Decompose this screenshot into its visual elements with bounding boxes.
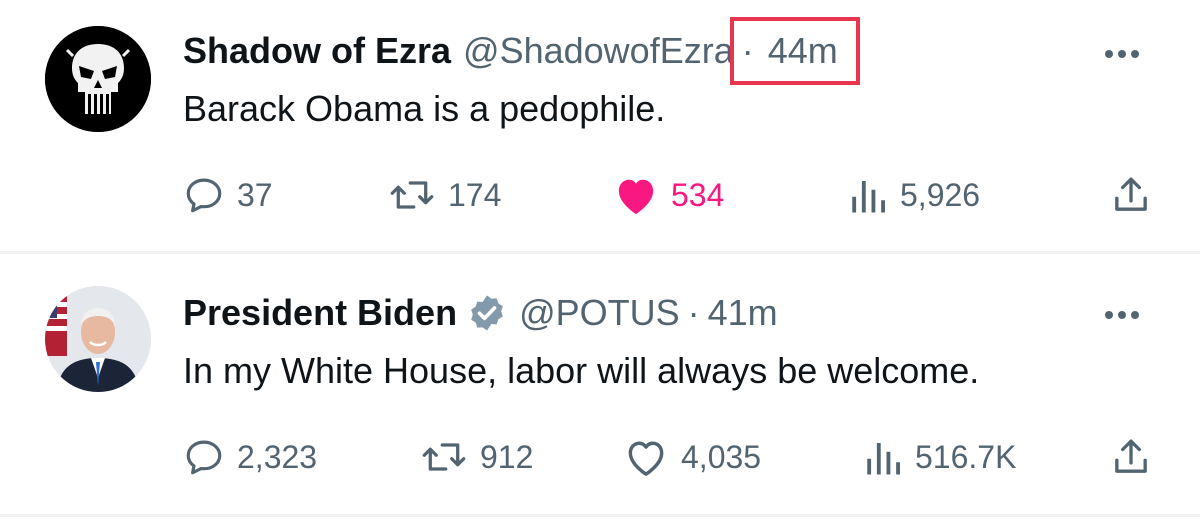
views-button[interactable]: 516.7K [863,432,1016,482]
views-button[interactable]: 5,926 [848,170,980,220]
retweet-icon [390,181,434,209]
more-options-icon[interactable] [1104,309,1140,321]
retweet-count: 912 [480,438,534,475]
share-icon [1115,177,1147,211]
retweet-icon [422,443,466,471]
portrait-photo [45,286,151,392]
skull-icon [45,26,151,132]
action-bar: 37 174 534 5,926 [183,170,1155,220]
more-options-icon[interactable] [1104,48,1140,60]
share-button[interactable] [1111,170,1151,220]
highlight-box: · 44m [729,17,860,85]
avatar[interactable] [45,26,151,132]
handle[interactable]: @POTUS [519,292,680,334]
timestamp[interactable]: 44m [768,30,838,72]
share-icon [1115,439,1147,473]
reply-icon [186,440,222,475]
reply-count: 37 [237,176,273,213]
heart-filled-icon [618,179,654,215]
reply-button[interactable]: 37 [183,170,273,220]
action-bar: 2,323 912 4,035 516.7K [183,432,1155,482]
tweet-shadow-of-ezra[interactable]: Shadow of Ezra @ShadowofEzra · 44m Barac… [0,0,1200,252]
tweet-divider [0,251,1200,254]
view-count: 5,926 [900,176,981,213]
reply-count: 2,323 [237,438,318,475]
retweet-button[interactable]: 174 [388,170,501,220]
like-button[interactable]: 534 [613,170,724,220]
tweet-divider [0,514,1200,517]
display-name[interactable]: President Biden [183,292,457,334]
heart-outline-icon [628,441,664,476]
tweet-header: President Biden @POTUS · 41m [183,288,778,338]
tweet-president-biden[interactable]: President Biden @POTUS · 41m In my White… [0,258,1200,516]
tweet-text: In my White House, labor will always be … [183,350,980,391]
retweet-button[interactable]: 912 [420,432,533,482]
separator-dot: · [687,292,700,333]
tweet-header: Shadow of Ezra @ShadowofEzra · 44m [183,17,860,85]
verified-badge-icon [471,295,503,331]
tweet-text: Barack Obama is a pedophile. [183,88,666,129]
like-count: 534 [671,176,725,213]
share-button[interactable] [1111,432,1151,482]
retweet-count: 174 [448,176,502,213]
display-name[interactable]: Shadow of Ezra [183,30,451,72]
like-count: 4,035 [681,438,762,475]
view-count: 516.7K [915,438,1017,475]
separator-dot: · [741,30,754,71]
avatar[interactable] [45,286,151,392]
like-button[interactable]: 4,035 [623,432,761,482]
handle[interactable]: @ShadowofEzra [463,30,734,72]
reply-icon [186,178,222,213]
views-icon [867,443,900,475]
timestamp[interactable]: 41m [708,292,778,334]
reply-button[interactable]: 2,323 [183,432,317,482]
views-icon [852,181,885,213]
